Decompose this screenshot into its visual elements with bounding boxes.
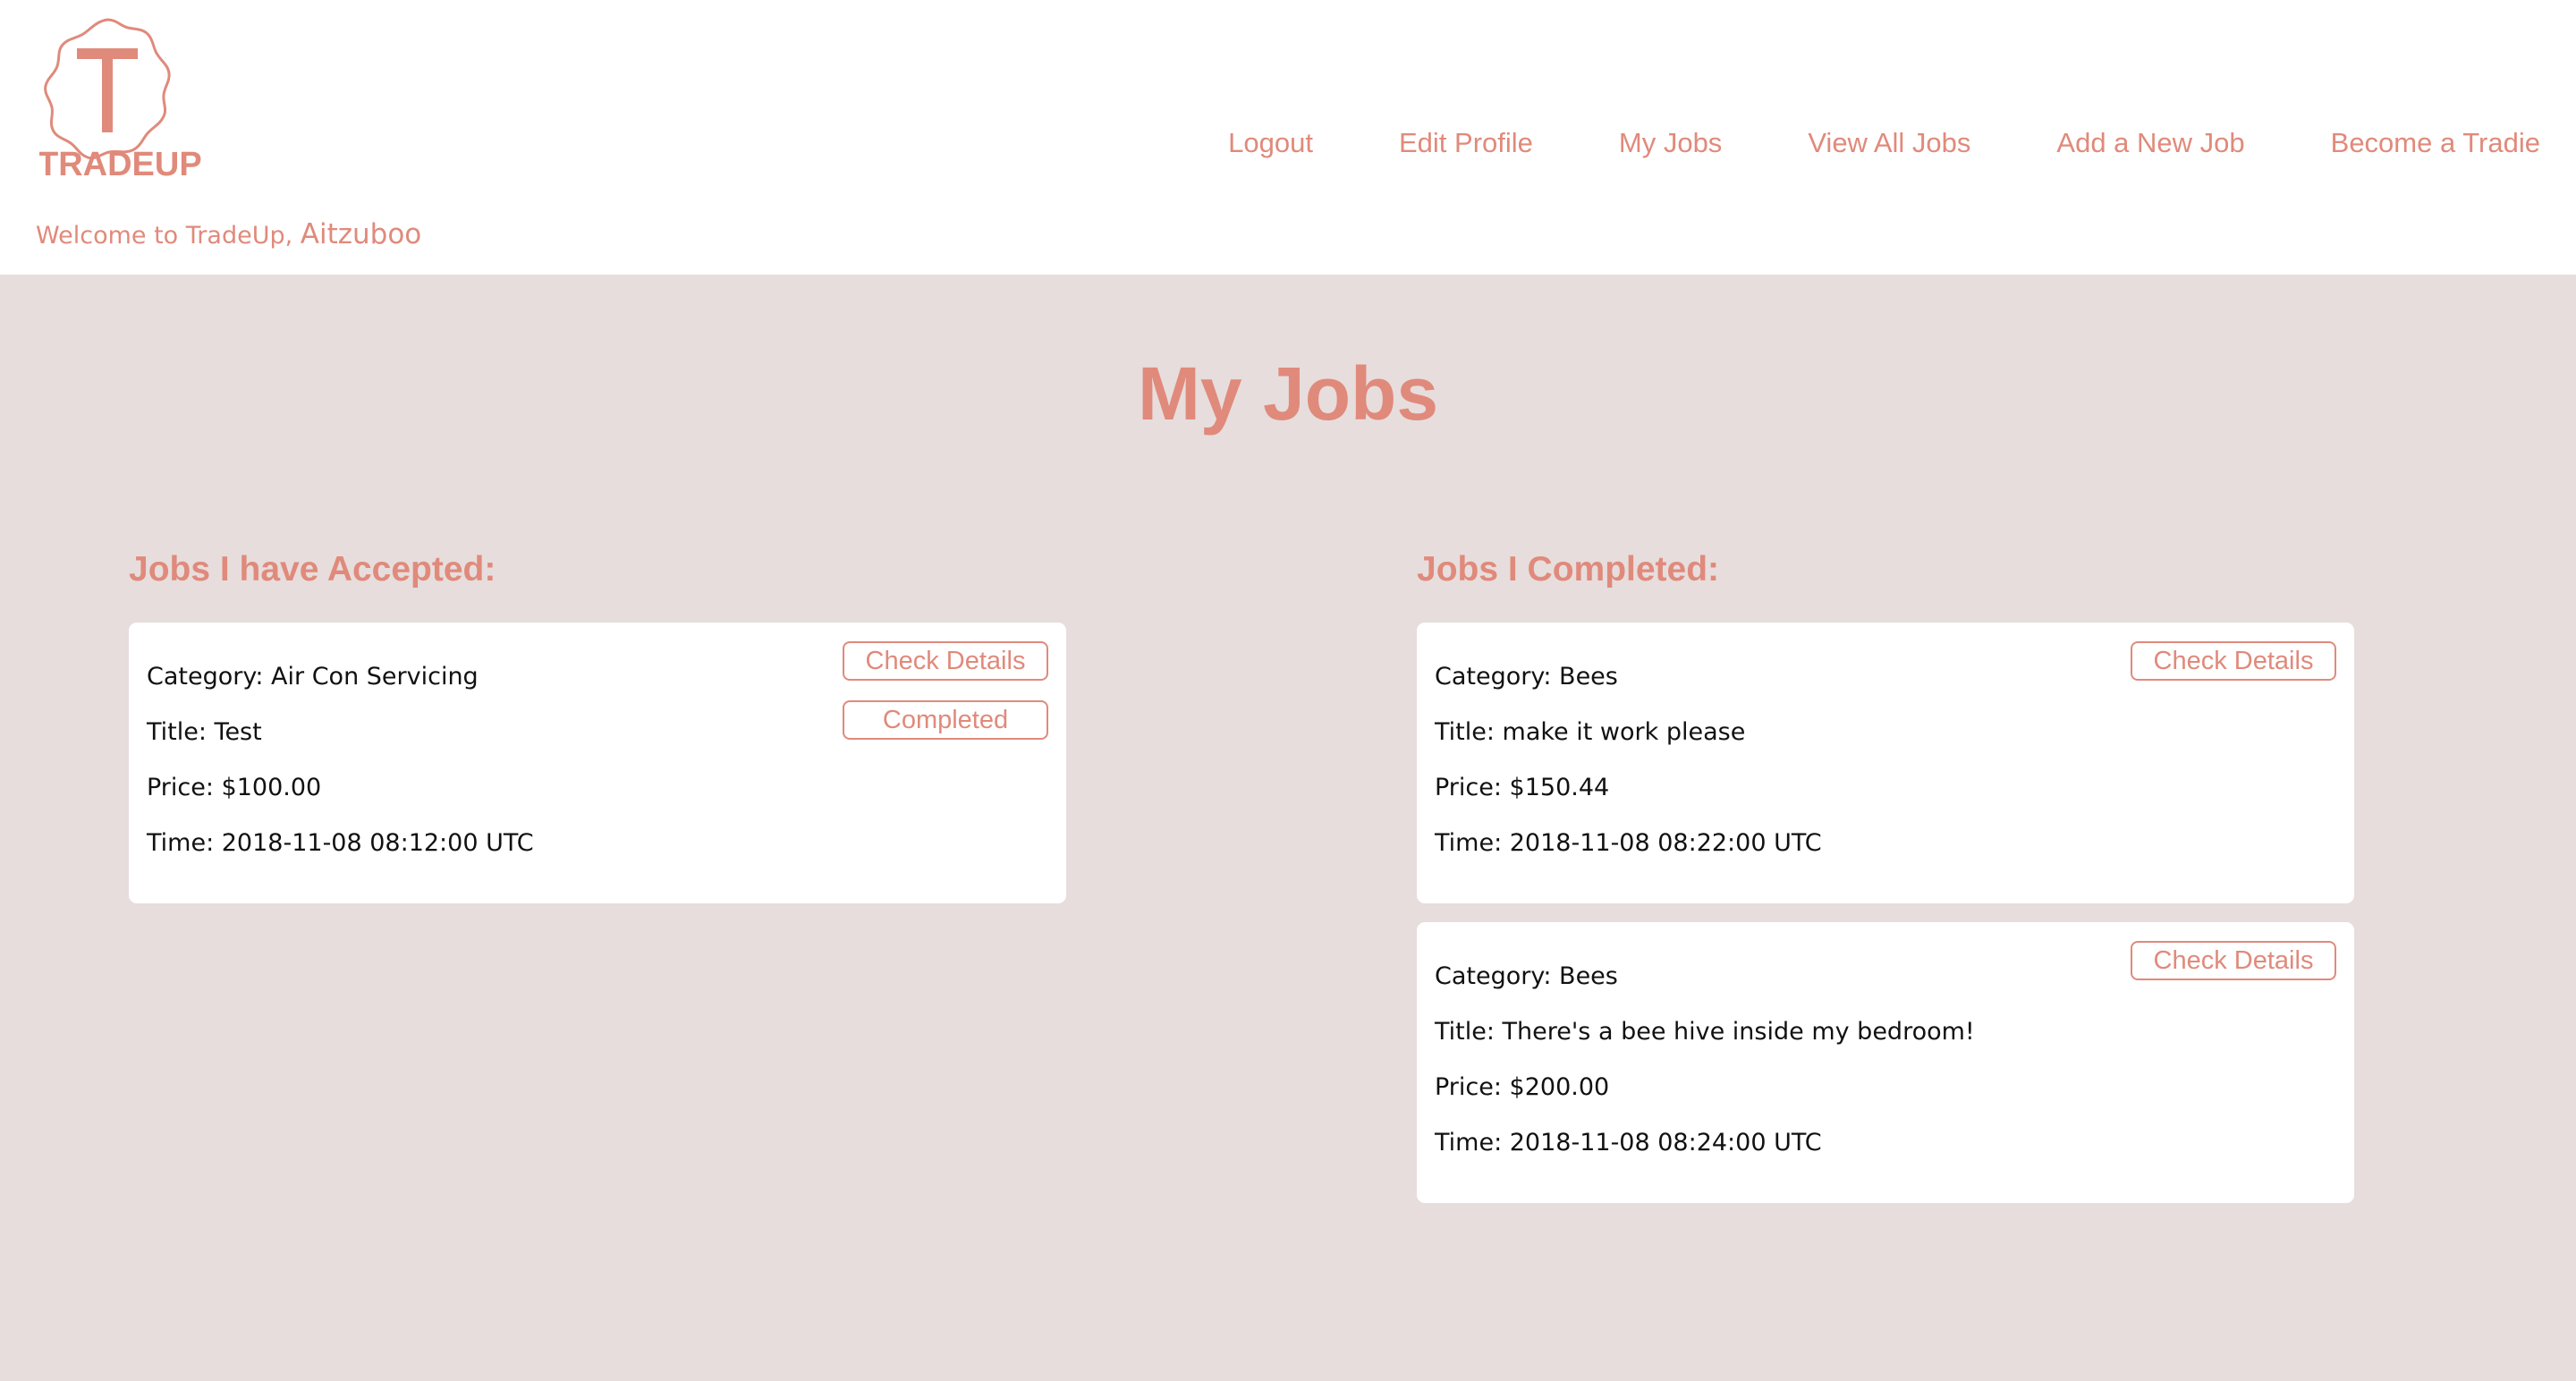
user-name: Aitzuboo [300, 218, 422, 250]
completed-button[interactable]: Completed [843, 700, 1048, 740]
check-details-button[interactable]: Check Details [843, 641, 1048, 681]
job-card-actions: Check Details Completed [843, 641, 1048, 759]
completed-jobs-heading: Jobs I Completed: [1417, 550, 1720, 589]
main-nav: Logout Edit Profile My Jobs View All Job… [1228, 127, 2540, 159]
nav-edit-profile[interactable]: Edit Profile [1399, 127, 1533, 159]
job-card: Category: Bees Title: make it work pleas… [1417, 623, 2354, 903]
welcome-prefix: Welcome to TradeUp, [36, 222, 301, 250]
job-card-actions: Check Details [2131, 641, 2336, 700]
nav-view-all-jobs[interactable]: View All Jobs [1808, 127, 1970, 159]
accepted-jobs-heading: Jobs I have Accepted: [129, 550, 496, 589]
page-title: My Jobs [1137, 352, 1439, 436]
job-title: Title: There's a bee hive inside my bedr… [1435, 1018, 1975, 1046]
job-price: Price: $200.00 [1435, 1073, 1610, 1101]
job-price: Price: $100.00 [147, 774, 322, 801]
check-details-button[interactable]: Check Details [2131, 941, 2336, 980]
nav-logout[interactable]: Logout [1228, 127, 1313, 159]
accepted-jobs-section: Jobs I have Accepted: Category: Air Con … [129, 549, 1066, 922]
logo-wordmark: TRADEUP [39, 146, 202, 183]
nav-my-jobs[interactable]: My Jobs [1619, 127, 1722, 159]
completed-jobs-section: Jobs I Completed: Category: Bees Title: … [1417, 549, 2354, 1222]
welcome-message: Welcome to TradeUp, Aitzuboo [36, 218, 421, 250]
job-title: Title: make it work please [1435, 718, 1746, 746]
nav-become-tradie[interactable]: Become a Tradie [2331, 127, 2540, 159]
job-card-actions: Check Details [2131, 941, 2336, 1000]
tradeup-logo[interactable]: TRADEUP [39, 16, 215, 186]
job-price: Price: $150.44 [1435, 774, 1610, 801]
job-card: Category: Bees Title: There's a bee hive… [1417, 922, 2354, 1203]
job-time: Time: 2018-11-08 08:24:00 UTC [1435, 1129, 1822, 1156]
site-header: TRADEUP Welcome to TradeUp, Aitzuboo Log… [0, 0, 2576, 275]
check-details-button[interactable]: Check Details [2131, 641, 2336, 681]
tradeup-logo-icon: TRADEUP [39, 18, 202, 183]
job-card: Category: Air Con Servicing Title: Test … [129, 623, 1066, 903]
nav-add-new-job[interactable]: Add a New Job [2056, 127, 2244, 159]
job-time: Time: 2018-11-08 08:12:00 UTC [147, 829, 534, 857]
job-time: Time: 2018-11-08 08:22:00 UTC [1435, 829, 1822, 857]
